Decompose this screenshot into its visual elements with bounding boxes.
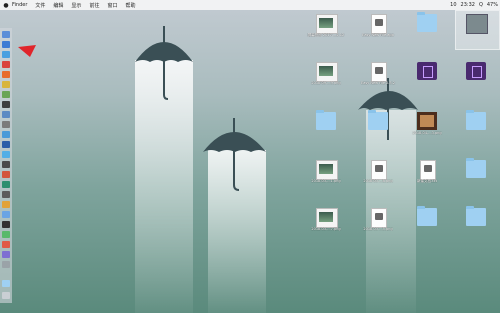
folder-icon	[466, 206, 486, 226]
menu-item-window[interactable]: 窗口	[107, 2, 117, 9]
app-file-icon	[417, 62, 437, 80]
folder-icon	[417, 206, 437, 226]
app-icon[interactable]	[2, 151, 10, 158]
app-icon[interactable]	[2, 71, 10, 78]
status-area: 10 23:32 Q 47%	[450, 0, 498, 10]
desktop-item[interactable]	[413, 12, 441, 44]
book-icon	[417, 112, 437, 130]
desktop-item[interactable]	[462, 62, 490, 92]
menu-item-go[interactable]: 前往	[89, 2, 99, 9]
app-icon[interactable]	[2, 61, 10, 68]
safari-icon[interactable]	[2, 51, 10, 58]
desktop-item[interactable]	[364, 110, 392, 142]
app-icon[interactable]	[2, 221, 10, 228]
app-icon[interactable]	[2, 91, 10, 98]
clock-text[interactable]: 23:32	[461, 2, 475, 8]
desktop-item[interactable]: Easy New File.app	[362, 14, 394, 44]
app-icon[interactable]	[2, 171, 10, 178]
menu-item-help[interactable]: 帮助	[125, 2, 135, 9]
trash-icon[interactable]	[2, 292, 10, 299]
document-icon	[371, 62, 387, 82]
desktop-item[interactable]: 2018-03-...7.png	[311, 208, 341, 238]
desktop-item[interactable]: 2018-09-...9.png	[311, 62, 341, 92]
desktop-item[interactable]	[312, 110, 340, 142]
umbrella-wallpaper-art	[135, 26, 418, 313]
file-icon	[466, 14, 488, 34]
status-item[interactable]: 10	[450, 2, 456, 8]
screenshot-icon	[316, 62, 338, 82]
dock	[0, 28, 12, 303]
desktop-wallpaper	[0, 0, 500, 313]
downloads-folder-icon[interactable]	[2, 280, 10, 287]
folder-icon	[466, 110, 486, 130]
red-arrow-pointer	[18, 45, 36, 57]
app-file-icon	[466, 62, 486, 80]
app-icon[interactable]	[2, 241, 10, 248]
app-icon[interactable]	[2, 231, 10, 238]
document-icon	[371, 160, 387, 180]
desktop-item[interactable]	[462, 110, 490, 142]
desktop-item[interactable]	[462, 158, 490, 190]
folder-icon	[466, 158, 486, 178]
document-icon	[371, 14, 387, 34]
app-icon[interactable]	[2, 131, 10, 138]
desktop-item[interactable]	[413, 62, 441, 92]
search-icon[interactable]: Q	[479, 2, 483, 8]
app-icon[interactable]	[2, 121, 10, 128]
desktop-item[interactable]: 新建文档.txt	[413, 160, 441, 190]
finder-icon[interactable]	[2, 31, 10, 38]
desktop-item[interactable]	[413, 206, 441, 238]
app-icon[interactable]	[2, 161, 10, 168]
launchpad-icon[interactable]	[2, 41, 10, 48]
app-icon[interactable]	[2, 201, 10, 208]
app-icon[interactable]	[2, 261, 10, 268]
text-file-icon	[420, 160, 436, 180]
desktop-item[interactable]: 2018-03-...5.png	[363, 208, 393, 238]
desktop-item[interactable]: 2018-03-...8.png	[363, 160, 393, 190]
screenshot-icon	[316, 160, 338, 180]
desktop-item[interactable]	[462, 206, 490, 238]
desktop-item[interactable]	[462, 14, 490, 44]
menu-item-finder[interactable]: Finder	[12, 2, 27, 8]
screenshot-icon	[316, 14, 338, 34]
terminal-icon[interactable]	[2, 101, 10, 108]
menu-item-file[interactable]: 文件	[35, 2, 45, 9]
apple-icon[interactable]: ●	[0, 2, 12, 9]
app-icon[interactable]	[2, 81, 10, 88]
desktop-item[interactable]: 2018-04-...3.png	[412, 112, 442, 142]
folder-icon	[368, 110, 388, 130]
menu-item-edit[interactable]: 编辑	[53, 2, 63, 9]
app-icon[interactable]	[2, 141, 10, 148]
desktop-item[interactable]: 屏幕快照 2017-...2.12	[308, 14, 344, 44]
app-icon[interactable]	[2, 191, 10, 198]
folder-icon	[417, 12, 437, 32]
screenshot-icon	[316, 208, 338, 228]
app-icon[interactable]	[2, 181, 10, 188]
app-icon[interactable]	[2, 211, 10, 218]
desktop-item[interactable]: Easy New File 2.3.2	[361, 62, 395, 92]
battery-text[interactable]: 47%	[487, 2, 498, 8]
app-icon[interactable]	[2, 111, 10, 118]
menu-item-view[interactable]: 显示	[71, 2, 81, 9]
desktop-item[interactable]: 2018-03-...1.png	[311, 160, 341, 190]
menu-bar: ● Finder 文件 编辑 显示 前往 窗口 帮助 10 23:32 Q 47…	[0, 0, 500, 10]
app-icon[interactable]	[2, 251, 10, 258]
folder-icon	[316, 110, 336, 130]
document-icon	[371, 208, 387, 228]
